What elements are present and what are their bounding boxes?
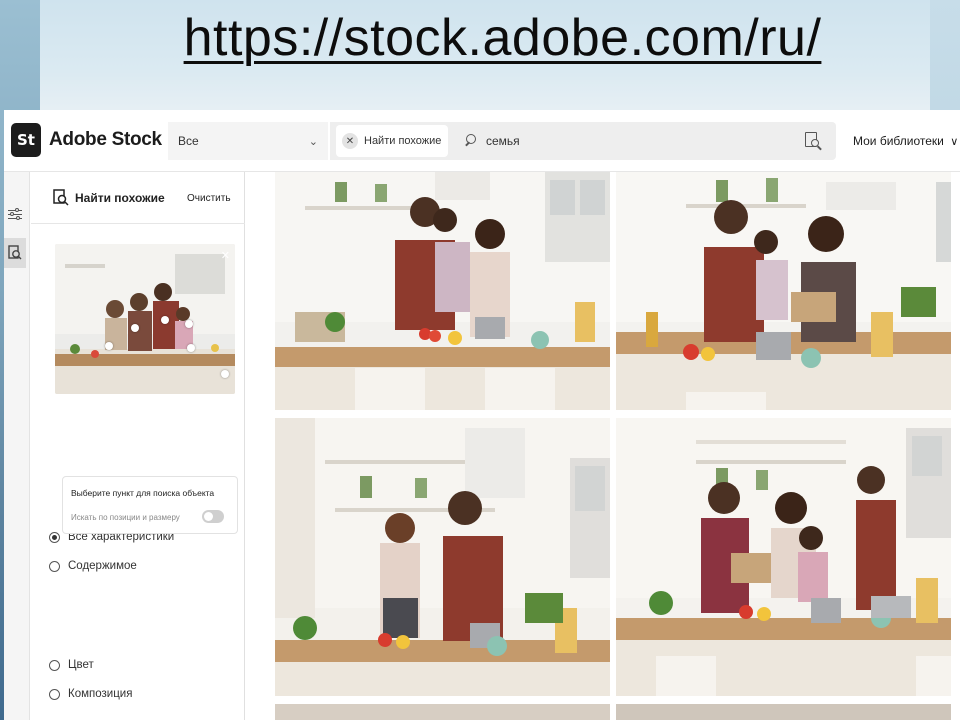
- chevron-down-icon: ∨: [950, 136, 959, 148]
- panel-header: Найти похожие Очистить: [31, 172, 245, 224]
- sliders-icon: [8, 208, 22, 222]
- category-dropdown[interactable]: Все ⌄: [168, 122, 330, 160]
- result-image-4[interactable]: [616, 418, 951, 696]
- find-similar-chip-label: Найти похожие: [364, 135, 442, 147]
- option-content[interactable]: Содержимое: [49, 560, 137, 572]
- find-similar-icon: [53, 189, 69, 206]
- my-libraries-label: Мои библиотеки: [853, 134, 944, 148]
- option-color[interactable]: Цвет: [49, 659, 94, 671]
- radio-button[interactable]: [49, 659, 60, 671]
- close-icon[interactable]: ✕: [221, 249, 230, 262]
- find-similar-chip[interactable]: ✕ Найти похожие: [336, 125, 448, 157]
- result-image-6[interactable]: [616, 704, 951, 720]
- result-image-1[interactable]: [275, 172, 610, 410]
- result-image-2[interactable]: [616, 172, 951, 410]
- filters-button[interactable]: [4, 200, 26, 230]
- object-point[interactable]: [187, 344, 195, 352]
- position-size-label: Искать по позиции и размеру: [71, 513, 180, 522]
- find-similar-panel: Найти похожие Очистить ✕ Все характерист…: [31, 172, 245, 720]
- panel-title: Найти похожие: [75, 191, 165, 205]
- object-point[interactable]: [161, 316, 169, 324]
- radio-button[interactable]: [49, 531, 60, 543]
- chevron-down-icon: ⌄: [308, 135, 318, 148]
- object-point[interactable]: [131, 324, 139, 332]
- search-icon: [464, 134, 478, 148]
- radio-button[interactable]: [49, 688, 60, 700]
- result-image-3[interactable]: [275, 418, 610, 696]
- option-label: Содержимое: [68, 560, 137, 572]
- brand-name[interactable]: Adobe Stock: [49, 129, 162, 151]
- object-point[interactable]: [221, 370, 229, 378]
- radio-button[interactable]: [49, 560, 60, 572]
- adobe-stock-window: St Adobe Stock Все ⌄ ✕ Найти похожие сем…: [4, 110, 960, 720]
- find-similar-tool-button[interactable]: [4, 238, 26, 268]
- my-libraries-menu[interactable]: Мои библиотеки ∨: [853, 134, 958, 148]
- visual-search-icon[interactable]: [802, 130, 824, 152]
- object-point[interactable]: [105, 342, 113, 350]
- position-size-toggle[interactable]: [202, 510, 224, 523]
- results-grid: [251, 172, 960, 720]
- option-label: Цвет: [68, 659, 94, 671]
- object-search-box: Выберите пункт для поиска объекта Искать…: [62, 476, 238, 534]
- close-icon[interactable]: ✕: [342, 133, 358, 149]
- object-search-title: Выберите пункт для поиска объекта: [71, 488, 215, 498]
- top-header: St Adobe Stock Все ⌄ ✕ Найти похожие сем…: [4, 110, 960, 172]
- category-value: Все: [178, 134, 199, 148]
- search-bar: Все ⌄ ✕ Найти похожие семья: [168, 122, 836, 160]
- tool-rail: [4, 172, 30, 720]
- slide-url-title[interactable]: https://stock.adobe.com/ru/: [0, 8, 960, 68]
- option-label: Композиция: [68, 688, 133, 700]
- option-composition[interactable]: Композиция: [49, 688, 132, 700]
- clear-button[interactable]: Очистить: [187, 193, 231, 204]
- find-similar-icon: [8, 245, 22, 260]
- adobe-stock-logo-icon[interactable]: St: [11, 123, 41, 157]
- reference-image-thumbnail[interactable]: ✕: [55, 244, 235, 394]
- object-point[interactable]: [185, 320, 193, 328]
- search-input-value: семья: [486, 134, 520, 148]
- result-image-5[interactable]: [275, 704, 610, 720]
- search-input[interactable]: семья: [448, 122, 802, 160]
